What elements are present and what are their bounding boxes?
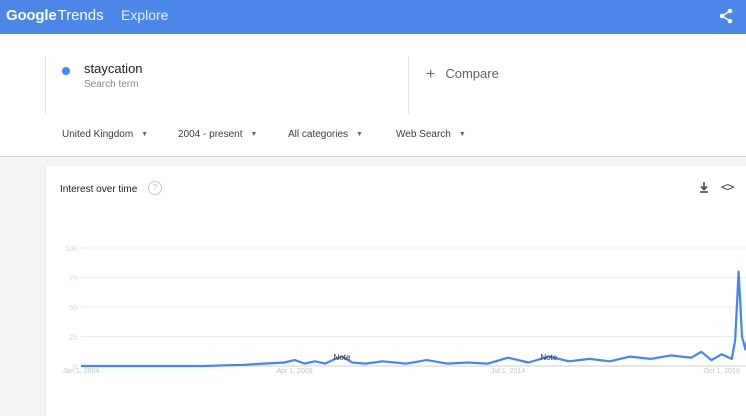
compare-label: Compare bbox=[445, 66, 499, 81]
region-filter[interactable]: United Kingdom ▼ bbox=[62, 129, 148, 140]
x-tick-label: Oct 1, 2019 bbox=[704, 368, 740, 375]
google-trends-logo[interactable]: GoogleTrends bbox=[6, 7, 104, 24]
time-range-filter[interactable]: 2004 - present ▼ bbox=[178, 129, 257, 140]
search-panel: staycation Search term + Compare United K… bbox=[0, 34, 746, 157]
top-bar: GoogleTrends Explore bbox=[0, 0, 746, 34]
x-tick-label: Apr 1, 2009 bbox=[276, 368, 312, 375]
compare-button[interactable]: + Compare bbox=[426, 66, 499, 84]
search-term-card[interactable]: staycation Search term bbox=[45, 56, 409, 114]
search-type-filter[interactable]: Web Search ▼ bbox=[396, 129, 466, 140]
y-tick-label: 100 bbox=[65, 246, 77, 253]
logo-primary: Google bbox=[6, 7, 57, 24]
interest-chart: 0255075100Jan 1, 2004 Apr 1, 2009 Jul 1, 2… bbox=[63, 246, 746, 375]
chart-note: Note bbox=[334, 353, 351, 362]
term-color-dot bbox=[62, 67, 70, 75]
dropdown-arrow-icon: ▼ bbox=[141, 131, 149, 138]
search-term-type: Search term bbox=[84, 79, 139, 90]
time-range-filter-label: 2004 - present bbox=[178, 129, 243, 140]
category-filter-label: All categories bbox=[288, 129, 349, 140]
page-section-title: Explore bbox=[121, 7, 169, 23]
chart-note: Note bbox=[540, 353, 557, 362]
category-filter[interactable]: All categories ▼ bbox=[288, 129, 363, 140]
interest-over-time-card: Interest over time ? <> 0 25 50 75 100 Jan 1,… bbox=[46, 166, 746, 416]
search-type-filter-label: Web Search bbox=[396, 129, 451, 140]
logo-secondary: Trends bbox=[57, 7, 104, 24]
y-tick-label: 25 bbox=[69, 335, 77, 342]
region-filter-label: United Kingdom bbox=[62, 129, 134, 140]
share-icon[interactable] bbox=[718, 8, 734, 24]
dropdown-arrow-icon: ▼ bbox=[250, 131, 258, 138]
y-tick-label: 50 bbox=[69, 305, 77, 312]
plus-icon: + bbox=[426, 66, 436, 83]
y-tick-label: 75 bbox=[69, 276, 77, 283]
search-term-name[interactable]: staycation bbox=[84, 61, 143, 76]
x-tick-label: Jan 1, 2004 bbox=[63, 368, 100, 375]
dropdown-arrow-icon: ▼ bbox=[458, 131, 466, 138]
x-tick-label: Jul 1, 2014 bbox=[491, 368, 525, 375]
dropdown-arrow-icon: ▼ bbox=[356, 131, 363, 138]
